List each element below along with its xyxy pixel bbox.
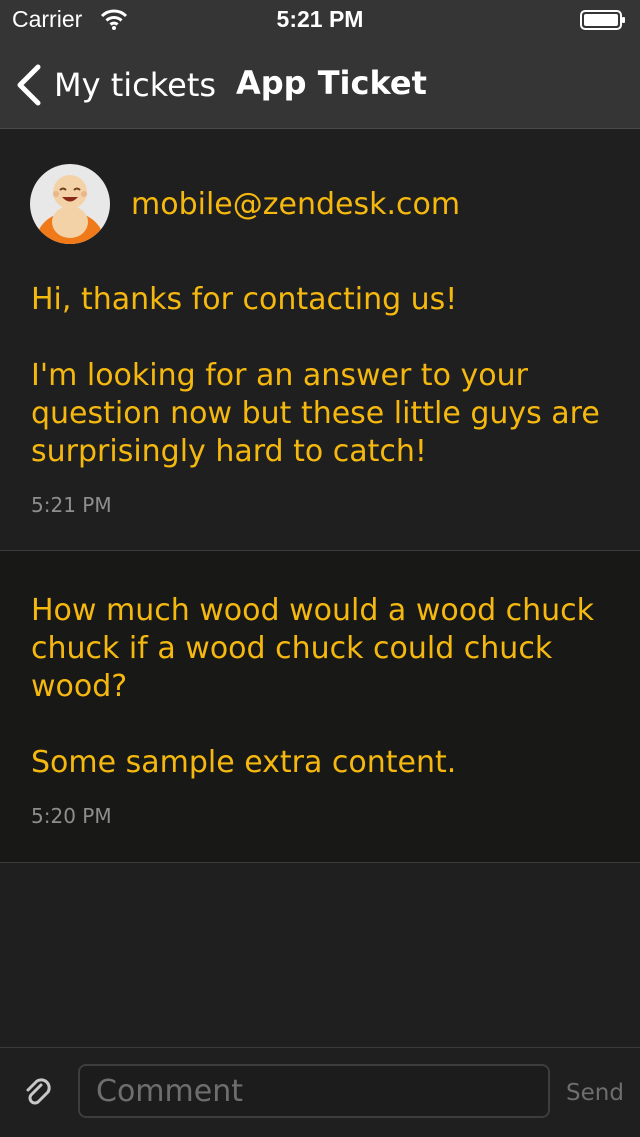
send-button[interactable]: Send [566, 1080, 624, 1106]
status-time: 5:21 PM [276, 6, 364, 32]
battery-icon [580, 10, 625, 30]
avatar-image [30, 164, 110, 244]
comment-paragraph: Some sample extra content. [31, 744, 621, 782]
comment-text: I'm looking for an answer to your questi… [31, 358, 600, 469]
comment-paragraph: How much wood would a wood chuck chuck i… [31, 592, 621, 706]
paperclip-icon[interactable] [22, 1076, 56, 1110]
comment-paragraph: Hi, thanks for contacting us! [31, 281, 621, 319]
comment-text: How much wood would a wood chuck chuck i… [31, 593, 595, 704]
ticket-comment: How much wood would a wood chuck chuck i… [0, 551, 640, 863]
comment-composer: Send [0, 1047, 640, 1137]
comment-timestamp: 5:20 PM [31, 804, 112, 828]
comment-text: Some sample extra content. [31, 745, 457, 780]
top-bar: Carrier 5:21 PM My tickets App Ticket [0, 0, 640, 129]
comment-input[interactable] [78, 1064, 550, 1118]
back-button[interactable]: My tickets [14, 62, 216, 108]
status-bar: Carrier 5:21 PM [0, 0, 640, 40]
page-title: App Ticket [236, 64, 427, 102]
comment-paragraph: I'm looking for an answer to your questi… [31, 357, 621, 471]
ticket-comment: mobile@zendesk.com Hi, thanks for contac… [0, 129, 640, 551]
comment-timestamp: 5:21 PM [31, 493, 112, 517]
chevron-left-icon [17, 64, 41, 106]
comment-text: Hi, thanks for contacting us! [31, 282, 458, 317]
back-button-label: My tickets [54, 66, 217, 104]
comment-author[interactable]: mobile@zendesk.com [131, 187, 460, 222]
avatar [30, 164, 110, 244]
navigation-bar: My tickets App Ticket [0, 40, 640, 128]
